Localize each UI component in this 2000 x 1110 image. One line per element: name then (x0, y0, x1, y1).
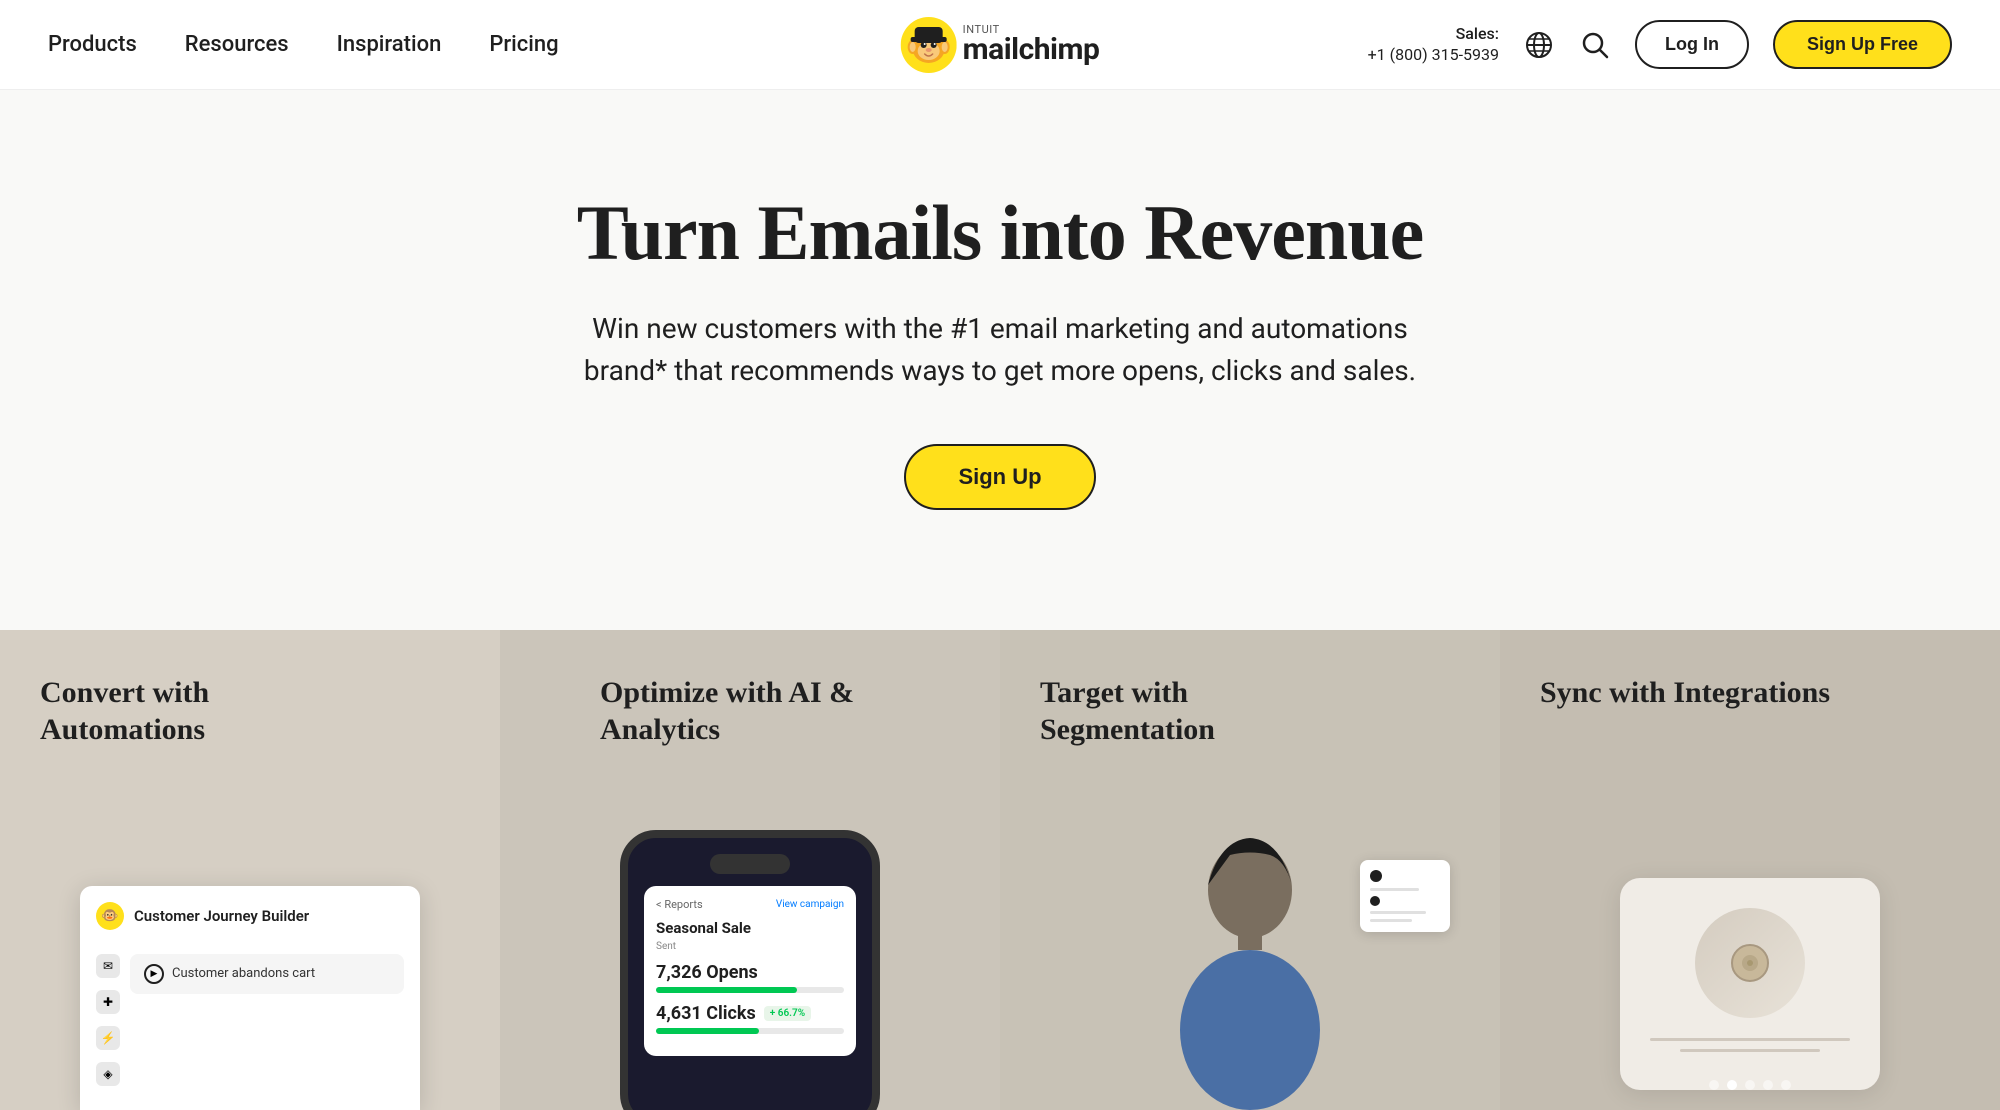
logo[interactable]: INTUIT mailchimp (901, 17, 1100, 73)
feature-card-integrations: Sync with Integrations (1500, 630, 2000, 1110)
phone-view-campaign: View campaign (776, 899, 844, 910)
hero-title: Turn Emails into Revenue (577, 190, 1423, 276)
mailchimp-monkey-icon (901, 17, 957, 73)
speaker-icon (1725, 938, 1775, 988)
nav-sales: Sales: +1 (800) 315-5939 (1368, 24, 1499, 66)
device-mockup (1620, 878, 1880, 1090)
features-section: Convert with Automations 🐵 Customer Jour… (0, 630, 2000, 1110)
phone-opens-bar-fill (656, 987, 797, 993)
feature-title-analytics: Optimize with AI & Analytics (600, 674, 900, 749)
nav-item-pricing[interactable]: Pricing (489, 32, 558, 57)
cjb-icon-4: ◈ (96, 1062, 120, 1086)
cjb-icon-list: ✉ ✚ ⚡ ◈ (96, 946, 120, 1094)
feature-mockup-segmentation (1040, 781, 1460, 1110)
logo-mailchimp: mailchimp (963, 35, 1100, 65)
phone-opens-stat: 7,326 Opens (656, 962, 844, 993)
feature-card-segmentation: Target with Segmentation (1000, 630, 1500, 1110)
phone-sent-label: Sent (656, 941, 844, 952)
signup-button-nav[interactable]: Sign Up Free (1773, 20, 1952, 69)
carousel-dot-4[interactable] (1763, 1080, 1773, 1090)
cjb-icon-1: ✉ (96, 954, 120, 978)
doc-dot-1 (1370, 870, 1382, 882)
carousel-dot-2[interactable] (1727, 1080, 1737, 1090)
nav-left: Products Resources Inspiration Pricing (48, 32, 559, 57)
phone-clicks-bar-fill (656, 1028, 759, 1034)
device-line-2 (1680, 1049, 1820, 1052)
cjb-abandon-cart-row: ▶ Customer abandons cart (130, 954, 404, 994)
cjb-main-content: ▶ Customer abandons cart (130, 946, 404, 1094)
customer-journey-builder-mockup: 🐵 Customer Journey Builder ✉ ✚ ⚡ ◈ ▶ Cus… (80, 886, 420, 1110)
doc-line-3 (1370, 919, 1412, 922)
doc-line-1 (1370, 888, 1419, 891)
phone-clicks-stat: 4,631 Clicks + 66.7% (656, 1003, 844, 1034)
feature-title-segmentation: Target with Segmentation (1040, 674, 1340, 749)
navbar: Products Resources Inspiration Pricing (0, 0, 2000, 90)
feature-mockup-automations: 🐵 Customer Journey Builder ✉ ✚ ⚡ ◈ ▶ Cus… (40, 781, 460, 1110)
feature-card-analytics: Optimize with AI & Analytics < Reports V… (500, 630, 1000, 1110)
carousel-dot-1[interactable] (1709, 1080, 1719, 1090)
cjb-icon-2: ✚ (96, 990, 120, 1014)
carousel-dot-5[interactable] (1781, 1080, 1791, 1090)
doc-dot-2 (1370, 896, 1380, 906)
phone-opens-bar (656, 987, 844, 993)
cjb-sidebar: ✉ ✚ ⚡ ◈ ▶ Customer abandons cart (96, 946, 404, 1094)
cjb-header: 🐵 Customer Journey Builder (96, 902, 404, 930)
search-icon[interactable] (1579, 29, 1611, 61)
phone-campaign-title: Seasonal Sale (656, 919, 844, 937)
sales-phone[interactable]: +1 (800) 315-5939 (1368, 45, 1499, 66)
feature-mockup-integrations (1540, 743, 1960, 1110)
phone-clicks-bar (656, 1028, 844, 1034)
person-silhouette (1140, 830, 1360, 1110)
doc-line-2 (1370, 911, 1426, 914)
phone-clicks-value: 4,631 Clicks (656, 1003, 756, 1024)
hero-cta-button[interactable]: Sign Up (904, 444, 1095, 510)
nav-item-resources[interactable]: Resources (185, 32, 289, 57)
nav-right: Sales: +1 (800) 315-5939 Log In Sign Up … (1368, 20, 1952, 69)
phone-screen: < Reports View campaign Seasonal Sale Se… (644, 886, 856, 1056)
sales-label: Sales: (1368, 24, 1499, 45)
login-button[interactable]: Log In (1635, 20, 1749, 69)
feature-card-automations: Convert with Automations 🐵 Customer Jour… (0, 630, 500, 1110)
phone-reports-back: < Reports (656, 898, 703, 911)
feature-mockup-analytics: < Reports View campaign Seasonal Sale Se… (620, 781, 880, 1110)
document-overlay (1360, 860, 1450, 932)
nav-item-products[interactable]: Products (48, 32, 137, 57)
hero-section: Turn Emails into Revenue Win new custome… (0, 90, 2000, 630)
cjb-play-icon: ▶ (144, 964, 164, 984)
phone-clicks-row: 4,631 Clicks + 66.7% (656, 1003, 844, 1024)
phone-mockup: < Reports View campaign Seasonal Sale Se… (620, 830, 880, 1110)
nav-item-inspiration[interactable]: Inspiration (337, 32, 442, 57)
cjb-icon-3: ⚡ (96, 1026, 120, 1050)
segmentation-visual (1040, 830, 1460, 1110)
device-line-1 (1650, 1038, 1850, 1041)
cjb-cart-text: Customer abandons cart (172, 966, 315, 981)
feature-title-automations: Convert with Automations (40, 674, 340, 749)
carousel-dot-3[interactable] (1745, 1080, 1755, 1090)
hero-subtitle: Win new customers with the #1 email mark… (550, 308, 1450, 392)
phone-notch (710, 854, 790, 874)
carousel-dots (1709, 1080, 1791, 1090)
cjb-logo-icon: 🐵 (96, 902, 124, 930)
language-icon[interactable] (1523, 29, 1555, 61)
feature-title-integrations: Sync with Integrations (1540, 674, 1840, 712)
phone-report-header: < Reports View campaign (656, 898, 844, 911)
cjb-title-text: Customer Journey Builder (134, 907, 309, 925)
phone-opens-value: 7,326 Opens (656, 962, 844, 983)
logo-text: INTUIT mailchimp (963, 24, 1100, 65)
phone-percent-badge: + 66.7% (764, 1006, 811, 1021)
logo-container[interactable]: INTUIT mailchimp (901, 17, 1100, 73)
device-circle (1695, 908, 1805, 1018)
